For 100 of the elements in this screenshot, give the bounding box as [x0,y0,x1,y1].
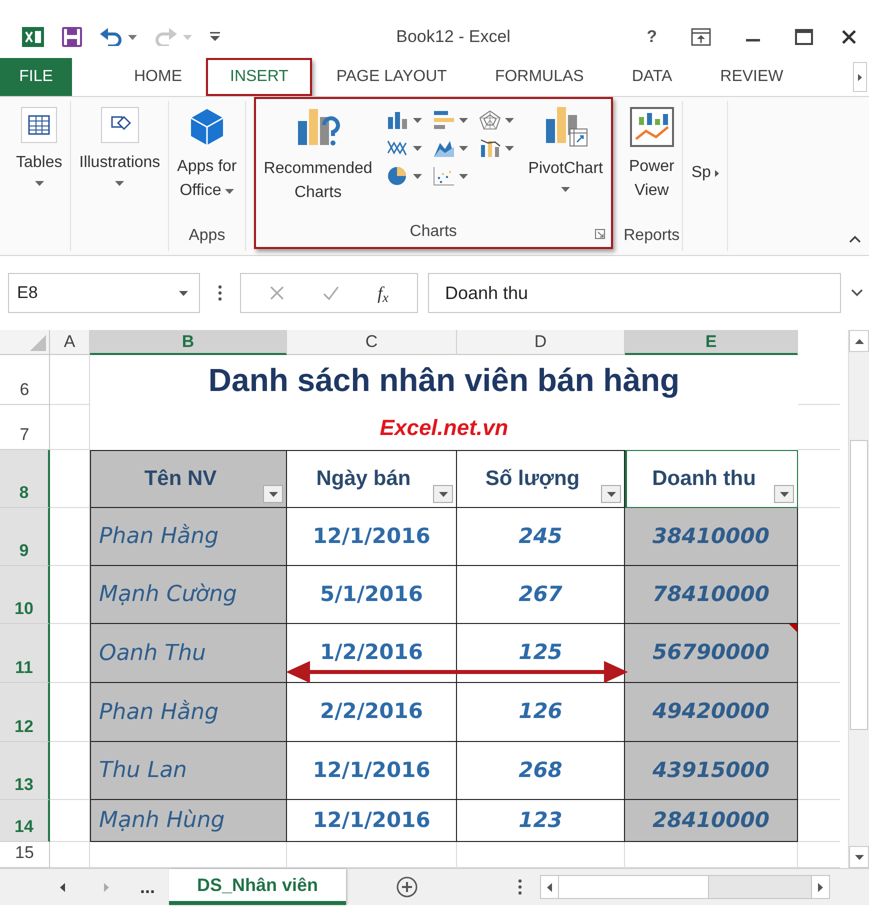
filter-button[interactable] [774,485,794,503]
scroll-down-button[interactable] [849,846,869,868]
row-header[interactable]: 10 [0,566,50,624]
caret-icon [413,146,422,150]
table-cell: 78410000 [625,566,798,624]
collapse-ribbon-icon[interactable] [849,235,861,243]
group-label: Reports [624,226,680,246]
table-cell: 12/1/2016 [287,800,457,842]
scatter-chart-icon [432,165,456,187]
formula-field[interactable]: Doanh thu [428,273,841,313]
table-cell: 1/2/2016 [287,624,457,683]
more-button[interactable]: Sp [685,101,725,185]
table-cell: 123 [457,800,625,842]
scroll-left-button[interactable] [541,876,560,898]
row-header[interactable]: 8 [0,450,50,508]
row-header[interactable]: 11 [0,624,50,683]
ribbon-tab[interactable]: DATA [608,58,696,96]
undo-icon[interactable] [100,28,122,46]
row-header[interactable]: 9 [0,508,50,566]
line-chart-icon [630,107,674,147]
more-sheets-button[interactable]: ... [136,869,160,905]
empty-cell [50,405,90,450]
ribbon-tab[interactable]: INSERT [206,58,312,96]
sheet-tab[interactable]: DS_Nhân viên [169,869,346,905]
table-cell: Phan Hằng [90,683,287,742]
caret-icon [438,492,448,496]
table-cell: Oanh Thu [90,624,287,683]
column-header[interactable]: D [457,330,625,355]
caret-icon [225,188,234,194]
radar-chart-icon [478,109,502,131]
row-header[interactable]: 13 [0,742,50,800]
dialog-launcher-icon[interactable] [594,229,605,239]
save-icon[interactable] [62,27,82,47]
caret-icon [413,174,422,178]
ribbon-tab[interactable]: HOME [110,58,206,96]
row-header[interactable]: 15 [0,842,50,868]
arrow-left-icon [547,882,552,892]
stock-chart-icon [478,137,502,159]
arrow-up-icon [854,338,864,344]
table-cell: Mạnh Cường [90,566,287,624]
table-cell: 268 [457,742,625,800]
filter-button[interactable] [601,485,621,503]
bar-chart-icon [432,109,456,131]
ribbon-tab[interactable]: PAGE LAYOUT [312,58,471,96]
table-cell: Phan Hằng [90,508,287,566]
ribbon-display-icon[interactable] [691,28,711,46]
arrow-right-icon [818,882,824,892]
pivotchart-button[interactable]: PivotChart [522,99,609,192]
name-box[interactable]: E8 [8,273,200,313]
caret-icon [179,291,188,296]
expand-formula-icon[interactable] [851,289,863,297]
caret-icon [128,34,137,40]
scrollbar-thumb[interactable] [850,440,868,730]
column-header[interactable]: A [50,330,90,355]
plus-icon [396,876,418,898]
scrollbar-thumb[interactable] [559,876,710,898]
scroll-right-button[interactable] [811,876,830,898]
caret-icon [505,146,514,150]
vertical-scrollbar[interactable] [848,330,869,868]
tab-scroll-button[interactable] [853,62,867,92]
filter-button[interactable] [263,485,283,503]
apps-for-office-button[interactable]: Apps for Office [171,101,243,203]
caret-icon [505,118,514,122]
insert-function-button[interactable]: f$_{x}$ [377,280,388,306]
power-view-button[interactable]: Power View [622,101,680,203]
customize-toolbar-icon[interactable] [210,32,220,42]
column-heading: Ngày bán [316,466,411,492]
ribbon-tab[interactable]: FORMULAS [470,58,608,96]
table-cell: 245 [457,508,625,566]
filter-button[interactable] [433,485,453,503]
ribbon-tab[interactable]: FILE [0,58,72,96]
table-cell: Thu Lan [90,742,287,800]
help-button[interactable]: ? [646,24,657,50]
row-header[interactable]: 7 [0,405,50,450]
arrow-right-icon [858,74,862,80]
column-header[interactable]: B [90,330,287,355]
more-options-icon[interactable] [218,285,222,301]
close-icon[interactable] [841,29,857,45]
column-header[interactable]: E [625,330,798,355]
table-cell: 43915000 [625,742,798,800]
tables-button[interactable]: Tables [10,101,68,186]
row-header[interactable]: 12 [0,683,50,742]
table-cell: Mạnh Hùng [90,800,287,842]
arrow-down-icon [854,854,864,860]
arrow-right-icon [104,882,108,892]
scroll-up-button[interactable] [849,330,869,352]
recommended-charts-button[interactable]: Recommended Charts [258,99,378,205]
table-cell: 2/2/2016 [287,683,457,742]
row-header[interactable]: 14 [0,800,50,842]
table-cell: 125 [457,624,625,683]
sheet-title: Danh sách nhân viên bán hàng [207,361,681,400]
row-header[interactable]: 6 [0,355,50,405]
column-header[interactable]: C [287,330,457,355]
illustrations-button[interactable]: Illustrations [73,101,166,186]
column-heading: Tên NV [144,466,217,492]
horizontal-scrollbar[interactable] [540,875,830,899]
splitter-icon[interactable] [518,879,522,895]
group-label: Apps [188,226,226,246]
ribbon-tab[interactable]: REVIEW [696,58,808,96]
maximize-icon[interactable] [795,29,813,45]
